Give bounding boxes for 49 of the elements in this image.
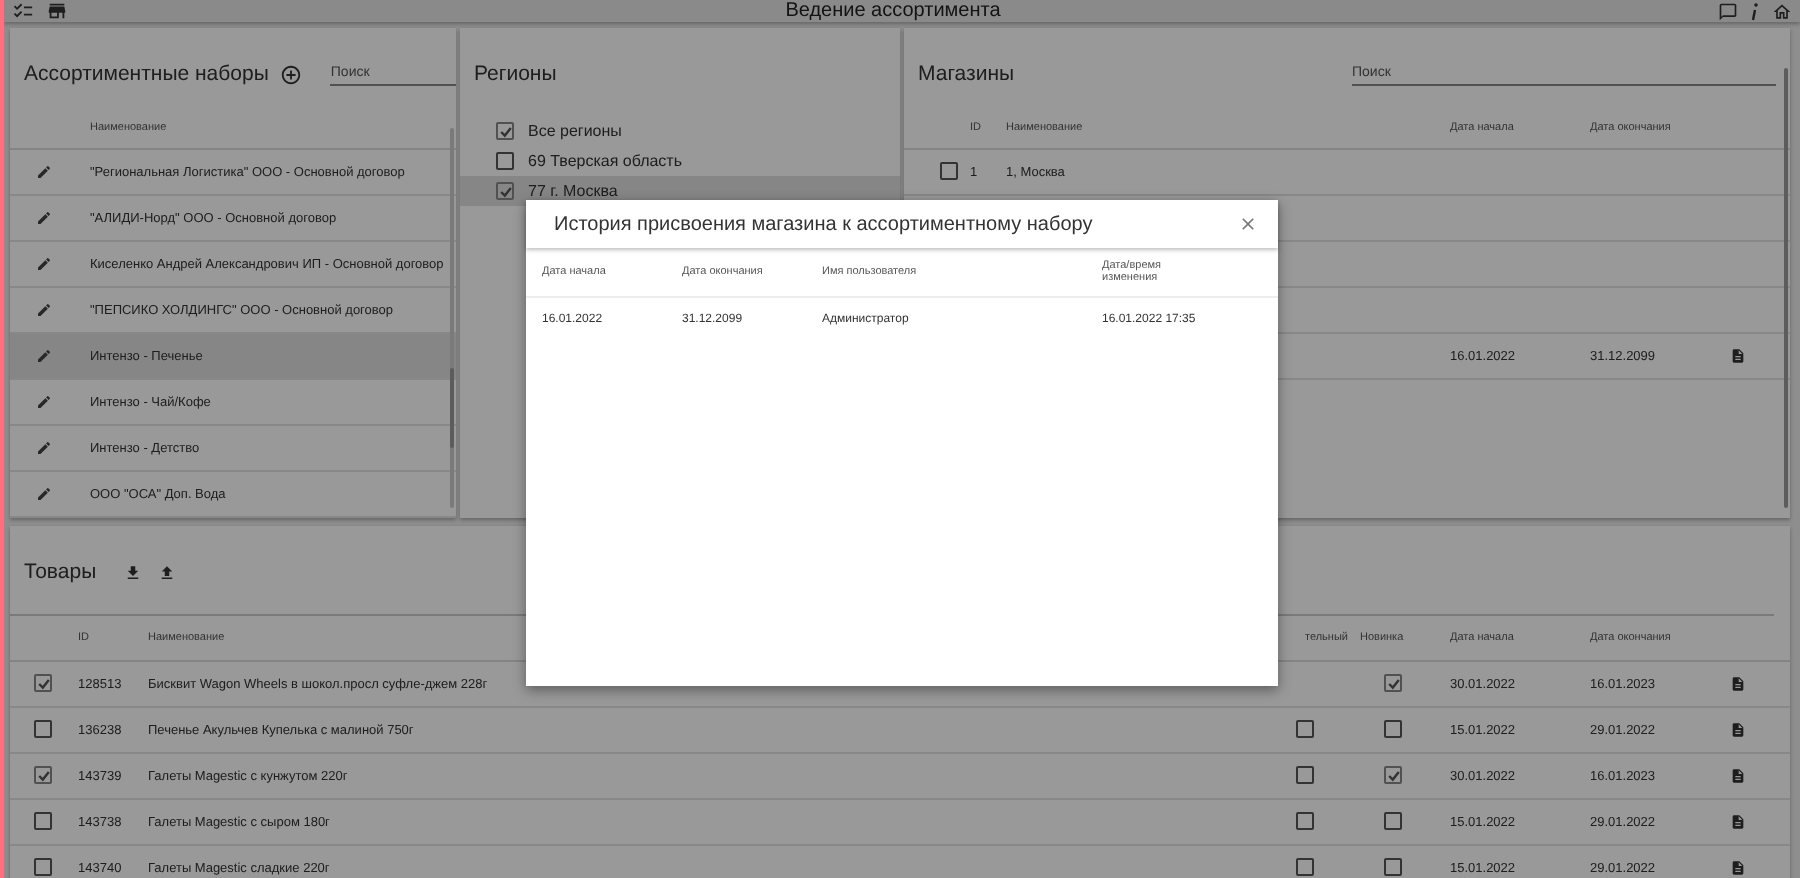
checkbox[interactable]: [34, 766, 52, 785]
pencil-icon[interactable]: [36, 302, 52, 318]
checkbox[interactable]: [34, 811, 52, 829]
checkbox[interactable]: [1296, 811, 1314, 829]
checkbox[interactable]: [1384, 719, 1402, 737]
info-icon[interactable]: [1750, 1, 1760, 21]
panel-title: Магазины: [918, 62, 1015, 86]
tree-item[interactable]: 69 Тверская область: [460, 146, 900, 176]
store-icon[interactable]: [46, 0, 68, 22]
document-icon[interactable]: [1730, 722, 1746, 738]
document-icon[interactable]: [1730, 676, 1746, 692]
pencil-icon[interactable]: [36, 394, 52, 410]
document-icon[interactable]: [1730, 814, 1746, 830]
checkbox[interactable]: [1384, 674, 1402, 693]
checkbox[interactable]: [34, 719, 52, 737]
checkbox[interactable]: [1296, 857, 1314, 875]
checkbox[interactable]: [1384, 766, 1402, 785]
document-icon[interactable]: [1730, 860, 1746, 876]
window-title: Ведение ассортимента: [783, 0, 1003, 22]
document-icon[interactable]: [1730, 348, 1746, 364]
add-icon[interactable]: [280, 63, 303, 85]
pencil-icon[interactable]: [36, 348, 52, 364]
document-icon[interactable]: [1730, 768, 1746, 784]
checkbox[interactable]: [34, 674, 52, 693]
panel-title: Регионы: [474, 62, 557, 86]
checkbox[interactable]: [1296, 719, 1314, 737]
checklist-icon[interactable]: [12, 0, 34, 22]
checkbox[interactable]: [940, 161, 958, 179]
chat-icon[interactable]: [1718, 1, 1738, 21]
checkbox[interactable]: [496, 122, 514, 140]
pencil-icon[interactable]: [36, 486, 52, 502]
checkbox[interactable]: [34, 857, 52, 875]
checkbox[interactable]: [496, 182, 514, 200]
dialog-title: История присвоения магазина к ассортиментному набору: [554, 213, 1093, 235]
pencil-icon[interactable]: [36, 256, 52, 272]
upload-icon[interactable]: [158, 563, 177, 581]
close-button[interactable]: [1238, 214, 1258, 234]
panel-title: Ассортиментные наборы: [24, 62, 269, 86]
download-icon[interactable]: [124, 563, 143, 581]
home-icon[interactable]: [1772, 1, 1792, 21]
pencil-icon[interactable]: [36, 164, 52, 180]
checkbox[interactable]: [1384, 857, 1402, 875]
pencil-icon[interactable]: [36, 210, 52, 226]
pencil-icon[interactable]: [36, 440, 52, 456]
checkbox[interactable]: [496, 152, 514, 170]
checkbox[interactable]: [1384, 811, 1402, 829]
tree-item[interactable]: Все регионы: [460, 116, 900, 146]
checkbox[interactable]: [1296, 765, 1314, 783]
panel-title: Товары: [24, 560, 97, 584]
